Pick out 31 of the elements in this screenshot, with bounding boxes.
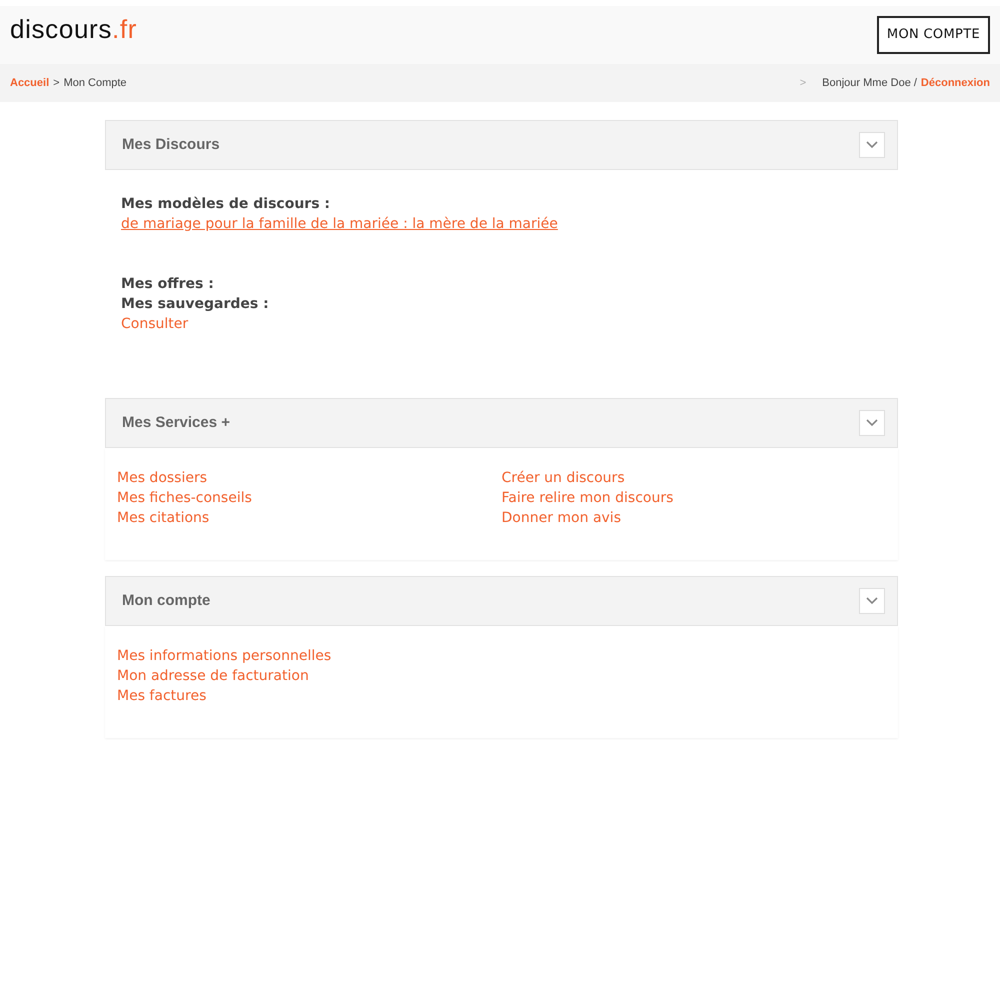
dropdown-toggle[interactable] [859, 410, 885, 436]
logout-link[interactable]: Déconnexion [920, 74, 990, 92]
breadcrumb-current: Mon Compte [64, 76, 127, 91]
link[interactable]: Mon adresse de facturation [117, 666, 309, 686]
section-label: Mes modèles de discours : [121, 195, 331, 214]
section-label: Mes offres : [121, 275, 215, 294]
link[interactable]: Faire relire mon discours [502, 488, 674, 508]
breadcrumb-separator: > [53, 76, 60, 91]
link[interactable]: de mariage pour la famille de la mariée : la mère de la mariée [121, 214, 558, 234]
greeting-text: Bonjour Mme Doe / [822, 76, 917, 91]
section-title: Mon compte [122, 590, 210, 611]
chevron-down-icon [866, 141, 878, 149]
link[interactable]: Mes informations personnelles [117, 646, 332, 666]
link[interactable]: Mes dossiers [117, 468, 208, 488]
link[interactable]: Consulter [121, 314, 188, 334]
account-button[interactable]: MON COMPTE [876, 16, 990, 54]
chevron-down-icon [866, 419, 878, 427]
section-title: Mes Discours [122, 134, 220, 155]
link[interactable]: Mes fiches-conseils [117, 488, 252, 508]
breadcrumb-separator: > [800, 76, 806, 91]
breadcrumb-link[interactable]: Accueil [10, 74, 50, 92]
section-label: Mes sauvegardes : [121, 295, 270, 314]
dropdown-toggle[interactable] [859, 588, 885, 614]
chevron-down-icon [866, 597, 878, 605]
section-title: Mes Services + [122, 412, 230, 433]
link[interactable]: Mes citations [117, 508, 210, 528]
link[interactable]: Donner mon avis [502, 508, 621, 528]
site-logo[interactable]: discours.fr [10, 10, 138, 48]
link[interactable]: Mes factures [117, 686, 206, 706]
dropdown-toggle[interactable] [859, 132, 885, 158]
link[interactable]: Créer un discours [502, 468, 625, 488]
